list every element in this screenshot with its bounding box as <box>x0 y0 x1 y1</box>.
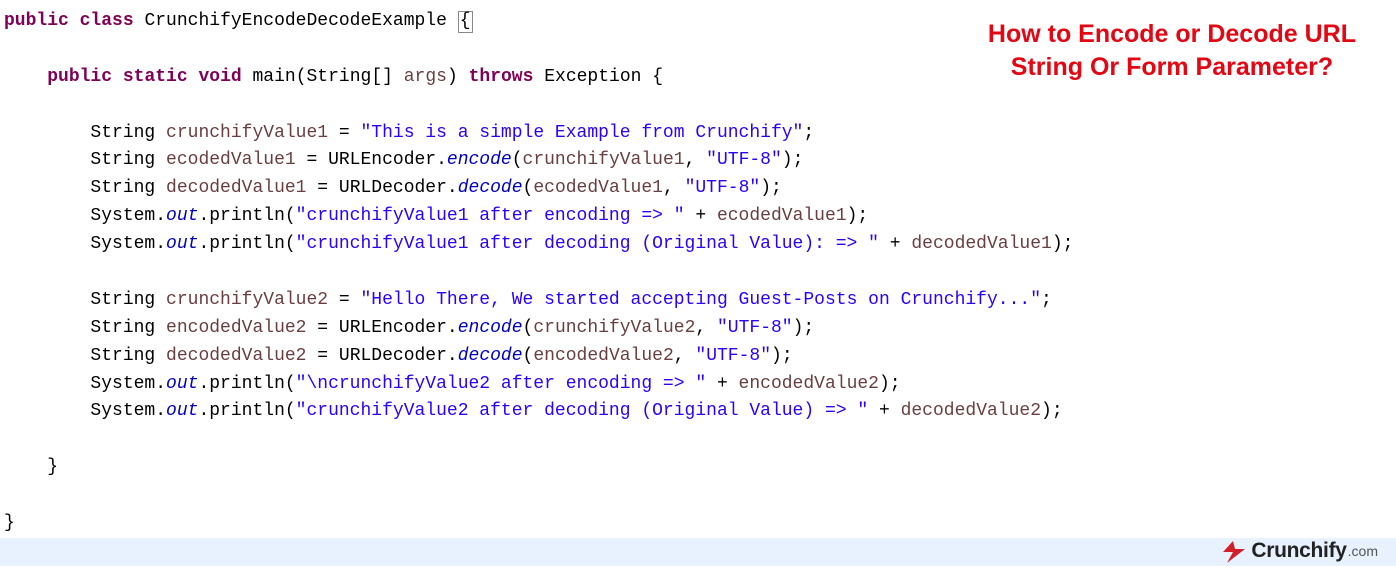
println: .println( <box>198 206 295 226</box>
title-line-2: String Or Form Parameter? <box>988 51 1356 84</box>
eq: = URLEncoder. <box>296 150 447 170</box>
plus: + <box>706 374 738 394</box>
out-field: out <box>166 401 198 421</box>
kw-public: public <box>4 11 69 31</box>
title-line-1: How to Encode or Decode URL <box>988 18 1356 51</box>
var: decodedValue1 <box>911 234 1051 254</box>
plus: + <box>868 401 900 421</box>
system: System. <box>90 401 166 421</box>
println: .println( <box>198 374 295 394</box>
semi: ); <box>1041 401 1063 421</box>
paren: ( <box>523 318 534 338</box>
paren: ( <box>512 150 523 170</box>
string-literal: "crunchifyValue1 after decoding (Origina… <box>296 234 879 254</box>
main-sig: main(String[] <box>253 67 393 87</box>
static-method: encode <box>458 318 523 338</box>
var: ecodedValue1 <box>717 206 847 226</box>
string-literal: "UTF-8" <box>685 178 761 198</box>
semi: ; <box>803 123 814 143</box>
kw-public: public <box>47 67 112 87</box>
crunchify-logo-icon <box>1219 541 1245 563</box>
string-literal: "\ncrunchifyValue2 after encoding => " <box>296 374 706 394</box>
paren: ( <box>523 178 534 198</box>
arg: crunchifyValue2 <box>533 318 695 338</box>
var: encodedValue2 <box>166 318 306 338</box>
comma: , <box>674 346 696 366</box>
static-method: decode <box>458 178 523 198</box>
var: encodedValue2 <box>739 374 879 394</box>
article-title: How to Encode or Decode URL String Or Fo… <box>988 18 1356 83</box>
current-line-highlight <box>0 538 1396 566</box>
string-literal: "This is a simple Example from Crunchify… <box>360 123 803 143</box>
kw-class: class <box>80 11 134 31</box>
out-field: out <box>166 374 198 394</box>
type-string: String <box>90 178 155 198</box>
param-args: args <box>404 67 447 87</box>
var: crunchifyValue2 <box>166 290 328 310</box>
string-literal: "UTF-8" <box>717 318 793 338</box>
string-literal: "crunchifyValue2 after decoding (Origina… <box>296 401 869 421</box>
static-method: decode <box>458 346 523 366</box>
semi: ; <box>1041 290 1052 310</box>
var: decodedValue2 <box>166 346 306 366</box>
var: decodedValue2 <box>901 401 1041 421</box>
println: .println( <box>198 401 295 421</box>
arg: encodedValue2 <box>533 346 673 366</box>
string-literal: "UTF-8" <box>706 150 782 170</box>
eq: = URLDecoder. <box>306 178 457 198</box>
plus: + <box>685 206 717 226</box>
semi: ); <box>847 206 869 226</box>
type-string: String <box>90 318 155 338</box>
string-literal: "crunchifyValue1 after encoding => " <box>296 206 685 226</box>
comma: , <box>695 318 717 338</box>
eq: = URLEncoder. <box>306 318 457 338</box>
var: crunchifyValue1 <box>166 123 328 143</box>
out-field: out <box>166 206 198 226</box>
kw-throws: throws <box>469 67 534 87</box>
semi: ); <box>1052 234 1074 254</box>
semi: ); <box>782 150 804 170</box>
arg: crunchifyValue1 <box>523 150 685 170</box>
arg: ecodedValue1 <box>533 178 663 198</box>
brace-close-outer: } <box>4 513 15 533</box>
eq: = URLDecoder. <box>306 346 457 366</box>
out-field: out <box>166 234 198 254</box>
var: decodedValue1 <box>166 178 306 198</box>
system: System. <box>90 234 166 254</box>
comma: , <box>685 150 707 170</box>
brace-open-highlight: { <box>458 11 473 33</box>
logo-tld-text: .com <box>1348 541 1378 563</box>
semi: ); <box>879 374 901 394</box>
eq: = <box>328 123 360 143</box>
type-string: String <box>90 346 155 366</box>
plus: + <box>879 234 911 254</box>
brace-close-inner: } <box>4 457 58 477</box>
type-string: String <box>90 123 155 143</box>
paren: ) <box>447 67 458 87</box>
kw-void: void <box>198 67 241 87</box>
logo-brand-text: Crunchify <box>1251 535 1346 568</box>
comma: , <box>663 178 685 198</box>
semi: ); <box>771 346 793 366</box>
semi: ); <box>760 178 782 198</box>
println: .println( <box>198 234 295 254</box>
eq: = <box>328 290 360 310</box>
type-string: String <box>90 150 155 170</box>
static-method: encode <box>447 150 512 170</box>
semi: ); <box>793 318 815 338</box>
system: System. <box>90 206 166 226</box>
string-literal: "Hello There, We started accepting Guest… <box>360 290 1041 310</box>
class-name: CrunchifyEncodeDecodeExample <box>144 11 446 31</box>
crunchify-logo: Crunchify.com <box>1219 535 1378 568</box>
var: ecodedValue1 <box>166 150 296 170</box>
type-string: String <box>90 290 155 310</box>
exception: Exception { <box>544 67 663 87</box>
kw-static: static <box>123 67 188 87</box>
string-literal: "UTF-8" <box>695 346 771 366</box>
system: System. <box>90 374 166 394</box>
paren: ( <box>523 346 534 366</box>
